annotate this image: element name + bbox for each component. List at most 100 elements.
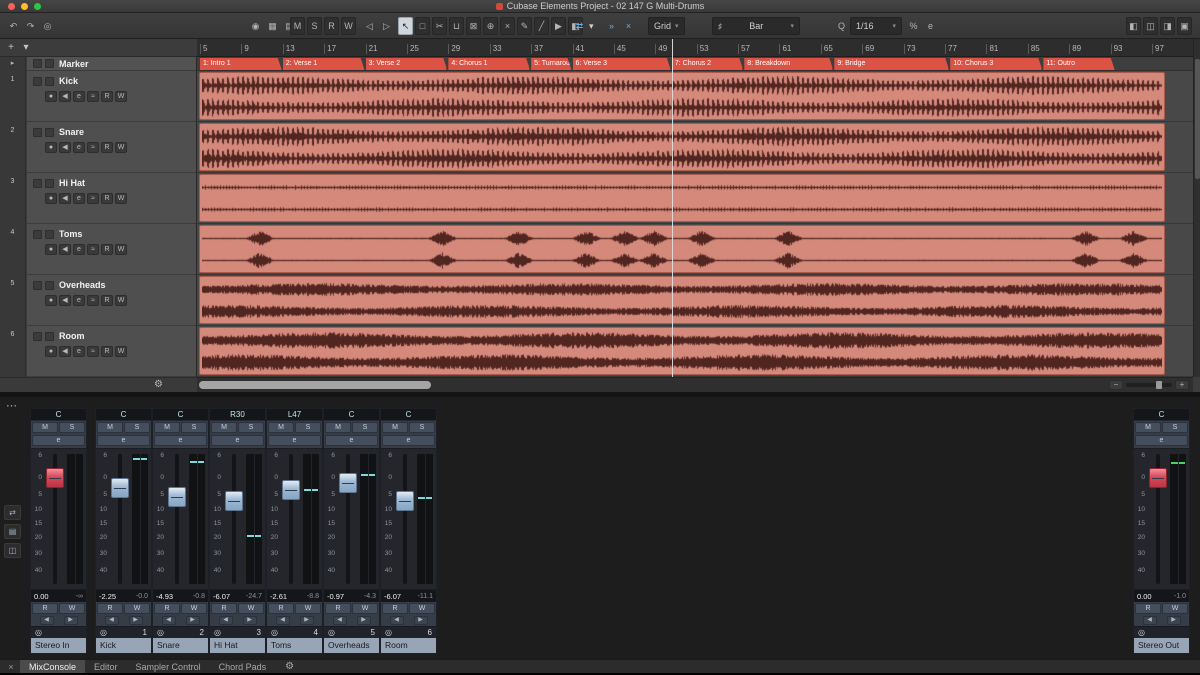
global-state-button[interactable]: W bbox=[341, 17, 356, 35]
monitor-button[interactable]: ◀ bbox=[59, 91, 71, 102]
edit-channel-button[interactable]: e bbox=[1135, 435, 1188, 446]
prev-icon[interactable]: ◀ bbox=[218, 616, 233, 625]
volume-fader[interactable] bbox=[223, 449, 245, 589]
read-automation-button[interactable]: R bbox=[101, 346, 113, 357]
timeline-ruler[interactable]: 5 9 13 17 21 25 29 33 37 41 45 49 53 57 61 65 69 73 77 81 85… bbox=[197, 39, 1193, 57]
punch-out-icon[interactable]: ▷ bbox=[379, 17, 394, 35]
audio-event[interactable] bbox=[199, 72, 1165, 120]
prev-icon[interactable]: ◀ bbox=[389, 616, 404, 625]
monitor-button[interactable]: ◀ bbox=[59, 295, 71, 306]
track-row[interactable]: Toms ● ◀ e ≈ R W bbox=[27, 224, 196, 275]
playhead[interactable] bbox=[671, 39, 673, 377]
pan-control[interactable]: L47 bbox=[267, 409, 322, 421]
ruler-format-dropdown[interactable]: ♯ Bar ▾ bbox=[712, 17, 800, 35]
mute-button[interactable]: M bbox=[97, 422, 123, 433]
mixer-racks-icon[interactable]: ▤ bbox=[4, 524, 21, 539]
record-arm-button[interactable]: ● bbox=[45, 346, 57, 357]
edit-channel-button[interactable]: e bbox=[73, 142, 85, 153]
zoom-out-button[interactable]: − bbox=[1109, 380, 1123, 390]
read-automation-button[interactable]: R bbox=[101, 91, 113, 102]
read-automation-button[interactable]: R bbox=[101, 295, 113, 306]
horizontal-scrollbar[interactable]: − + bbox=[197, 377, 1193, 392]
read-automation-button[interactable]: R bbox=[1135, 603, 1161, 614]
solo-button[interactable] bbox=[45, 331, 54, 341]
write-automation-button[interactable]: W bbox=[115, 295, 127, 306]
write-automation-button[interactable]: W bbox=[115, 193, 127, 204]
marker-region[interactable]: 9: Bridge bbox=[834, 58, 949, 70]
volume-fader[interactable] bbox=[109, 449, 131, 589]
line-tool[interactable]: ╱ bbox=[534, 17, 549, 35]
mute-tool[interactable]: × bbox=[500, 17, 515, 35]
grid-type-dropdown[interactable]: Grid ▾ bbox=[648, 17, 685, 35]
volume-fader[interactable] bbox=[44, 449, 66, 589]
prev-icon[interactable]: ◀ bbox=[104, 616, 119, 625]
pan-control[interactable]: C bbox=[153, 409, 208, 421]
marker-region[interactable]: 10: Chorus 3 bbox=[950, 58, 1042, 70]
object-selection-tool[interactable]: ↖ bbox=[398, 17, 413, 35]
marker-track-row[interactable]: Marker bbox=[27, 57, 196, 71]
autoscroll-icon[interactable]: ⇄ bbox=[572, 17, 587, 35]
solo-button[interactable] bbox=[45, 229, 54, 239]
mute-button[interactable]: M bbox=[1135, 422, 1161, 433]
track-row[interactable]: Overheads ● ◀ e ≈ R W bbox=[27, 275, 196, 326]
edit-channel-button[interactable]: e bbox=[73, 193, 85, 204]
freeze-button[interactable]: ≈ bbox=[87, 91, 99, 102]
audio-event[interactable] bbox=[199, 276, 1165, 324]
edit-channel-button[interactable]: e bbox=[268, 435, 321, 446]
fader-cap[interactable] bbox=[396, 490, 414, 511]
compare-icon[interactable]: ◎ bbox=[40, 17, 55, 35]
close-lower-zone-icon[interactable]: × bbox=[4, 662, 18, 672]
channel-name[interactable]: Stereo Out bbox=[1134, 638, 1189, 653]
edit-channel-button[interactable]: e bbox=[73, 346, 85, 357]
channel-name[interactable]: Hi Hat bbox=[210, 638, 265, 653]
marker-region[interactable]: 7: Chorus 2 bbox=[672, 58, 743, 70]
mute-button[interactable]: M bbox=[325, 422, 351, 433]
snap-type-icon[interactable]: × bbox=[621, 17, 636, 35]
read-automation-button[interactable]: R bbox=[211, 603, 237, 614]
mixer-view-icon[interactable]: ⇄ bbox=[4, 505, 21, 520]
monitor-button[interactable]: ◀ bbox=[59, 142, 71, 153]
edit-channel-button[interactable]: e bbox=[73, 91, 85, 102]
next-icon[interactable]: ▶ bbox=[128, 616, 143, 625]
read-automation-button[interactable]: R bbox=[97, 603, 123, 614]
solo-button[interactable] bbox=[45, 76, 54, 86]
read-automation-button[interactable]: R bbox=[32, 603, 58, 614]
vertical-scrollbar[interactable] bbox=[1193, 39, 1200, 377]
pan-control[interactable]: C bbox=[381, 409, 436, 421]
zoom-window-button[interactable] bbox=[34, 3, 41, 10]
marker-region[interactable]: 5: Turnaround bbox=[531, 58, 571, 70]
range-selection-tool[interactable]: □ bbox=[415, 17, 430, 35]
write-automation-button[interactable]: W bbox=[59, 603, 85, 614]
write-automation-button[interactable]: W bbox=[352, 603, 378, 614]
mute-button[interactable] bbox=[33, 178, 42, 188]
fader-cap[interactable] bbox=[111, 478, 129, 499]
marker-region[interactable]: 4: Chorus 1 bbox=[448, 58, 530, 70]
channel-name[interactable]: Overheads bbox=[324, 638, 379, 653]
marker-region[interactable]: 6: Verse 3 bbox=[573, 58, 671, 70]
volume-fader[interactable] bbox=[166, 449, 188, 589]
edit-channel-button[interactable]: e bbox=[97, 435, 150, 446]
add-track-button[interactable]: + bbox=[5, 42, 17, 53]
read-automation-button[interactable]: R bbox=[382, 603, 408, 614]
right-zone-icon[interactable]: ◨ bbox=[1160, 17, 1175, 35]
fader-cap[interactable] bbox=[168, 486, 186, 507]
write-automation-button[interactable]: W bbox=[115, 91, 127, 102]
track-list-settings-icon[interactable]: ⚙ bbox=[154, 379, 163, 390]
solo-button[interactable]: S bbox=[352, 422, 378, 433]
next-icon[interactable]: ▶ bbox=[299, 616, 314, 625]
mute-button[interactable]: M bbox=[211, 422, 237, 433]
zoom-in-button[interactable]: + bbox=[1175, 380, 1189, 390]
channel-name[interactable]: Kick bbox=[96, 638, 151, 653]
channel-name[interactable]: Snare bbox=[153, 638, 208, 653]
undo-icon[interactable]: ↶ bbox=[6, 17, 21, 35]
marker-region[interactable]: 8: Breakdown bbox=[744, 58, 833, 70]
freeze-button[interactable]: ≈ bbox=[87, 142, 99, 153]
quantize-dropdown[interactable]: 1/16 ▾ bbox=[850, 17, 903, 35]
horizontal-scroll-thumb[interactable] bbox=[199, 381, 431, 389]
solo-button[interactable]: S bbox=[181, 422, 207, 433]
tab-editor[interactable]: Editor bbox=[85, 660, 127, 674]
fader-cap[interactable] bbox=[225, 490, 243, 511]
track-row[interactable]: Hi Hat ● ◀ e ≈ R W bbox=[27, 173, 196, 224]
prev-icon[interactable]: ◀ bbox=[1142, 616, 1157, 625]
read-automation-button[interactable]: R bbox=[101, 244, 113, 255]
